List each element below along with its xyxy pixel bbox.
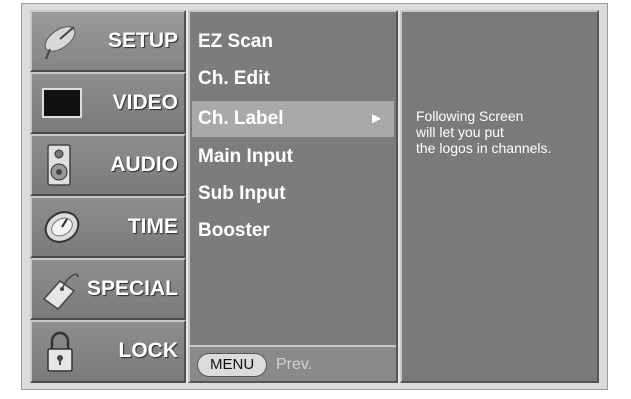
satellite-dish-icon [40, 19, 86, 63]
menu-item-sub-input[interactable]: Sub Input [198, 176, 286, 212]
tag-icon [40, 267, 86, 311]
tv-screen-icon [40, 81, 86, 125]
menu-item-label: Main Input [198, 146, 293, 167]
menu-item-ch-label[interactable]: Ch. Label ► [192, 101, 394, 137]
info-text-line: will let you put [416, 124, 504, 140]
menu-item-label: EZ Scan [198, 31, 273, 52]
menu-button[interactable]: MENU [197, 353, 268, 377]
tab-label: SETUP [107, 29, 178, 52]
tab-label: SPECIAL [86, 277, 178, 300]
tab-label: VIDEO [112, 91, 178, 114]
osd-menu: SETUP VIDEO AUDIO TIME SPECIAL LOCK EZ S… [30, 10, 599, 383]
clock-icon [40, 205, 86, 249]
info-text-line: Following Screen [416, 108, 524, 124]
menu-item-ch-edit[interactable]: Ch. Edit [198, 61, 270, 97]
speaker-icon [40, 143, 86, 187]
menu-item-label: Booster [198, 220, 270, 241]
tab-audio[interactable]: AUDIO [30, 134, 186, 196]
menu-item-label: Ch. Edit [198, 68, 270, 89]
tab-label: LOCK [118, 339, 179, 362]
osd-menu-frame: SETUP VIDEO AUDIO TIME SPECIAL LOCK EZ S… [21, 3, 608, 390]
info-text-line: the logos in channels. [416, 140, 552, 156]
tab-video[interactable]: VIDEO [30, 72, 186, 134]
padlock-icon [40, 329, 86, 373]
tab-time[interactable]: TIME [30, 196, 186, 258]
category-tabs: SETUP VIDEO AUDIO TIME SPECIAL LOCK [30, 10, 186, 383]
menu-item-ez-scan[interactable]: EZ Scan [198, 24, 273, 60]
tab-lock[interactable]: LOCK [30, 320, 186, 383]
submenu-footer: MENU Prev. [190, 345, 396, 381]
prev-label: Prev. [276, 356, 313, 373]
tab-special[interactable]: SPECIAL [30, 258, 186, 320]
menu-item-label: Sub Input [198, 183, 286, 204]
play-arrow-icon: ► [369, 110, 384, 127]
tab-label: AUDIO [110, 153, 178, 176]
menu-item-main-input[interactable]: Main Input [198, 139, 293, 175]
menu-item-label: Ch. Label [198, 108, 284, 129]
info-panel: Following Screen will let you put the lo… [400, 10, 599, 383]
tab-setup[interactable]: SETUP [30, 10, 186, 72]
tab-label: TIME [127, 215, 178, 238]
menu-item-booster[interactable]: Booster [198, 213, 270, 249]
setup-submenu: EZ Scan Ch. Edit Ch. Label ► Main Input … [188, 10, 398, 383]
